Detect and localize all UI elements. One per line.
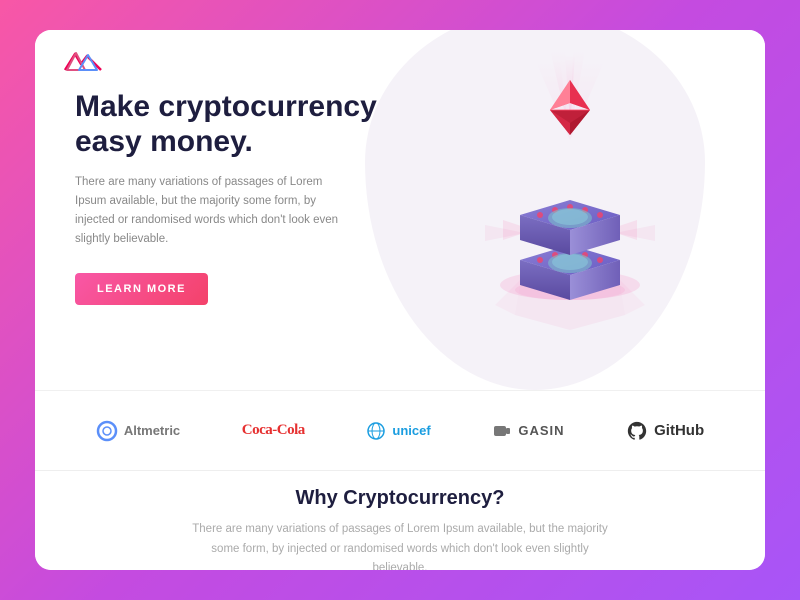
hero-title: Make cryptocurrency easy money.: [75, 90, 395, 159]
hero-description: There are many variations of passages of…: [75, 173, 345, 249]
hero-illustration: [465, 45, 685, 365]
main-card: Make cryptocurrency easy money. There ar…: [35, 30, 765, 570]
partner-altmetric: Altmetric: [96, 420, 180, 442]
altmetric-icon: [96, 420, 118, 442]
altmetric-label: Altmetric: [124, 423, 180, 438]
gasin-icon: [492, 421, 512, 441]
gasin-label: GASIN: [518, 423, 564, 438]
github-label: GitHub: [654, 422, 704, 439]
hero-content: Make cryptocurrency easy money. There ar…: [75, 90, 395, 305]
cocacola-label: Coca-Cola: [242, 422, 305, 439]
navbar: [63, 48, 103, 79]
unicef-icon: [366, 421, 386, 441]
partner-gasin: GASIN: [492, 421, 564, 441]
why-section: Why Cryptocurrency? There are many varia…: [35, 470, 765, 570]
hero-section: Make cryptocurrency easy money. There ar…: [35, 30, 765, 390]
unicef-label: unicef: [392, 423, 430, 438]
learn-more-button[interactable]: LEARN MORE: [75, 273, 208, 305]
partner-github: GitHub: [626, 420, 704, 442]
why-title: Why Cryptocurrency?: [296, 487, 505, 510]
partner-unicef: unicef: [366, 421, 430, 441]
why-description: There are many variations of passages of…: [190, 520, 610, 570]
partners-section: Altmetric Coca-Cola unicef GASIN Git: [35, 390, 765, 470]
github-icon: [626, 420, 648, 442]
partner-cocacola: Coca-Cola: [242, 422, 305, 439]
logo-icon: [63, 48, 103, 74]
